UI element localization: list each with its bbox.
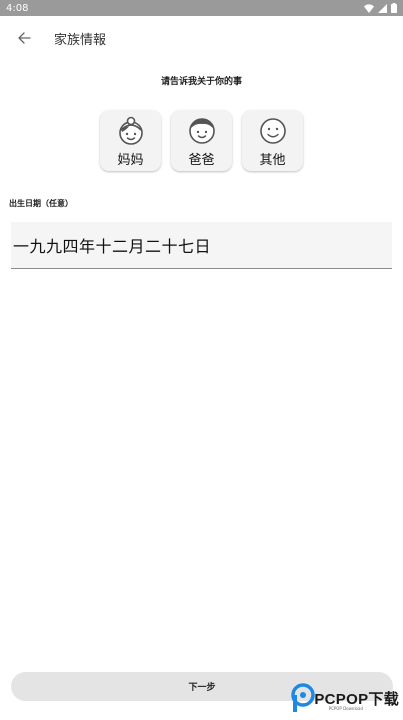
choice-dad[interactable]: 爸爸: [171, 110, 232, 171]
prompt-text: 请告诉我关于你的事: [160, 77, 242, 87]
watermark-subtext: PCPOP Download: [328, 706, 363, 711]
choice-other-label: 其他: [259, 153, 286, 168]
page-title: 家族情報: [54, 32, 107, 48]
back-button[interactable]: [0, 16, 48, 60]
arrow-left-icon: [18, 32, 31, 44]
birthdate-value: 一九九四年十二月二十七日: [13, 237, 212, 256]
family-choice-group: 妈妈 爸爸 其他: [0, 110, 403, 171]
app-bar: 家族情報: [0, 16, 403, 60]
choice-mom[interactable]: 妈妈: [100, 110, 161, 171]
status-icons: [364, 3, 397, 13]
mom-face-icon: [118, 116, 143, 145]
status-time: 4:08: [6, 2, 29, 14]
dad-face-icon: [188, 118, 215, 144]
signal-icon: [378, 3, 387, 13]
status-bar: 4:08: [0, 0, 403, 16]
wifi-icon: [364, 3, 374, 13]
choice-other[interactable]: 其他: [242, 110, 303, 171]
pcpop-logo-icon: [291, 683, 316, 712]
choice-mom-label: 妈妈: [117, 153, 144, 168]
smiley-face-icon: [259, 118, 286, 144]
birthdate-input[interactable]: 一九九四年十二月二十七日: [11, 222, 392, 269]
birthdate-label: 出生日期（任意）: [9, 199, 73, 208]
battery-icon: [391, 3, 397, 13]
choice-dad-label: 爸爸: [188, 153, 215, 168]
watermark: PCPOP下载 PCPOP Download: [290, 683, 399, 713]
